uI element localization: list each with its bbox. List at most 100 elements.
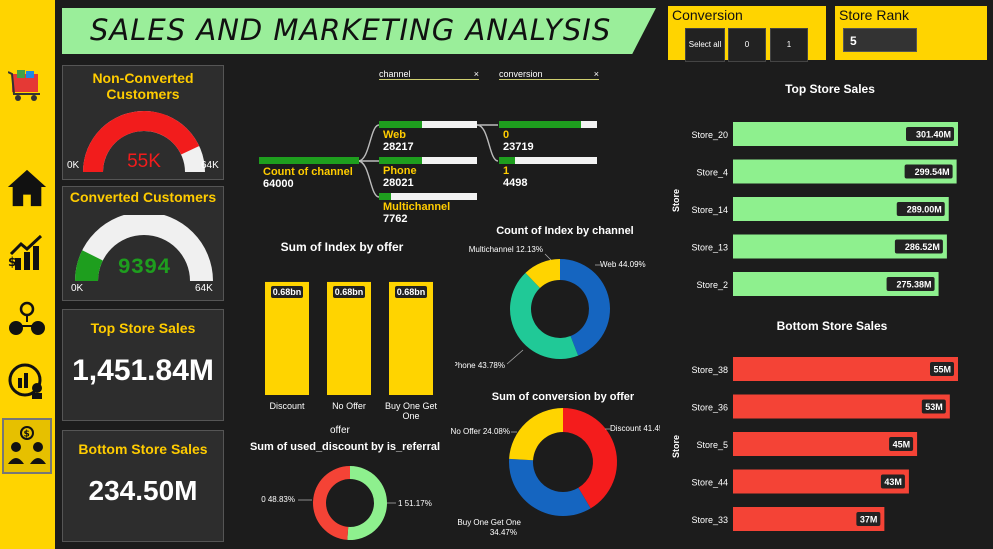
- store-category-label: Store_13: [691, 243, 728, 253]
- donut-slice[interactable]: [509, 458, 591, 516]
- channel-node-value: 7762: [383, 213, 408, 225]
- store-bar[interactable]: [733, 394, 950, 419]
- conversion-node-bar[interactable]: [499, 157, 597, 164]
- donut-slice-label: 0 48.83%: [261, 495, 295, 504]
- store-rank-input[interactable]: 5: [843, 28, 917, 52]
- index-bar-label: 0.68bn: [397, 287, 426, 297]
- page-title: SALES AND MARKETING ANALYSIS: [90, 13, 612, 47]
- root-value: 64000: [263, 178, 294, 190]
- store-category-label: Store_38: [691, 365, 728, 375]
- channel-node-value: 28021: [383, 177, 414, 189]
- index-by-channel-title: Count of Index by channel: [496, 225, 634, 237]
- conversion-node-value: 4498: [503, 177, 528, 189]
- conversion-slicer: Conversion Select all 0 1: [668, 6, 826, 62]
- store-bar-label: 299.54M: [915, 167, 950, 177]
- conversion-node-label: 1: [503, 165, 510, 177]
- donut-slice[interactable]: [347, 466, 387, 540]
- donut-slice-label: Buy One Get One: [457, 518, 521, 527]
- converted-title: Converted Customers: [69, 189, 217, 205]
- donut-slice-label: Phone 43.78%: [455, 361, 505, 370]
- converted-max: 64K: [195, 283, 213, 294]
- customer-money-icon[interactable]: $: [2, 418, 52, 474]
- home-icon[interactable]: [6, 168, 48, 208]
- index-by-offer-xlabel: offer: [330, 425, 350, 436]
- store-bar-label: 45M: [893, 440, 911, 450]
- top-store-sales-card: Top Store Sales 1,451.84M: [62, 309, 224, 421]
- conversion-option-0[interactable]: 0: [728, 28, 766, 62]
- donut-slice-label: Multichannel 12.13%: [469, 245, 543, 254]
- conversion-node-value: 23719: [503, 141, 534, 153]
- converted-card: Converted Customers 9394 0K 64K: [62, 186, 224, 301]
- channel-node-value: 28217: [383, 141, 414, 153]
- channel-filter-close-icon[interactable]: ×: [474, 69, 479, 79]
- donut-slice[interactable]: [510, 272, 579, 359]
- conversion-node-label: 0: [503, 129, 510, 141]
- non-converted-min: 0K: [67, 160, 80, 171]
- donut-slice-label: Web 44.09%: [600, 260, 646, 269]
- store-category-label: Store_14: [691, 205, 728, 215]
- index-category-label: Buy One Get: [385, 401, 438, 411]
- channel-node-bar[interactable]: [379, 193, 477, 200]
- channel-node-bar[interactable]: [379, 157, 477, 164]
- conversion-by-offer-donut: Discount 41.45% Buy One Get One No Offer 2…: [451, 408, 660, 537]
- top-store-bar-chart: Store_20 301.40M Store_4 299.54M Store_14 289…: [691, 122, 958, 296]
- svg-text:$: $: [8, 255, 16, 269]
- conversion-filter-label: conversion: [499, 69, 543, 79]
- index-bar-label: 0.68bn: [273, 287, 302, 297]
- conversion-node-bar[interactable]: [499, 121, 597, 128]
- store-bar-label: 43M: [884, 477, 902, 487]
- donut-leader-line: [506, 349, 524, 365]
- non-converted-title: Non-Converted Customers: [92, 70, 194, 102]
- converted-gauge: 9394: [75, 215, 213, 281]
- store-bar-label: 289.00M: [907, 205, 942, 215]
- store-category-label: Store_2: [696, 280, 728, 290]
- channel-node-label: Phone: [383, 165, 417, 177]
- sidebar: $ $: [0, 0, 55, 549]
- channel-node-bar[interactable]: [379, 121, 477, 128]
- bottom-store-bar-chart: Store_38 55M Store_36 53M Store_5 45M Store_44…: [691, 357, 958, 531]
- store-category-label: Store_36: [691, 403, 728, 413]
- converted-min: 0K: [71, 283, 84, 294]
- channel-node-label: Web: [383, 129, 407, 141]
- channel-filter[interactable]: channel ×: [379, 69, 479, 80]
- donut-slice[interactable]: [509, 408, 563, 461]
- store-bar-label: 301.40M: [916, 130, 951, 140]
- store-category-label: Store_5: [696, 440, 728, 450]
- donut-slice[interactable]: [312, 466, 350, 540]
- channel-node-label: Multichannel: [383, 201, 451, 213]
- store-bar-label: 53M: [925, 402, 943, 412]
- root-bar[interactable]: [259, 157, 359, 164]
- conversion-filter-close-icon[interactable]: ×: [594, 69, 599, 79]
- analytics-person-icon[interactable]: [6, 360, 48, 400]
- store-bar-label: 55M: [933, 365, 951, 375]
- donut-slice-label: Discount 41.45%: [610, 424, 660, 433]
- conversion-option-1[interactable]: 1: [770, 28, 808, 62]
- channel-node-fill: [379, 193, 391, 200]
- index-bar[interactable]: [265, 281, 309, 395]
- index-bar-label: 0.68bn: [335, 287, 364, 297]
- index-category-label: No Offer: [332, 401, 366, 411]
- conversion-filter[interactable]: conversion ×: [499, 69, 599, 80]
- channel-filter-label: channel: [379, 69, 411, 79]
- index-bar[interactable]: [389, 281, 433, 395]
- conversion-node-fill: [499, 121, 581, 128]
- index-category-label: One: [402, 411, 419, 421]
- conversion-option-select-all[interactable]: Select all: [685, 28, 725, 62]
- non-converted-value: 55K: [127, 151, 161, 172]
- people-network-icon[interactable]: [6, 300, 48, 340]
- index-bar[interactable]: [327, 281, 371, 395]
- discount-by-referral-title: Sum of used_discount by is_referral: [249, 441, 441, 453]
- bottom-store-sales-card: Bottom Store Sales 234.50M: [62, 430, 224, 542]
- growth-chart-icon[interactable]: $: [6, 232, 48, 272]
- store-category-label: Store_44: [691, 478, 728, 488]
- store-bar[interactable]: [733, 357, 958, 381]
- top-store-chart-title: Top Store Sales: [785, 82, 875, 96]
- donut-slice-label: 34.47%: [490, 528, 517, 537]
- index-category-label: Discount: [269, 401, 305, 411]
- shopping-cart-icon[interactable]: [6, 66, 48, 106]
- non-converted-card: Non-Converted Customers 55K 0K 64K: [62, 65, 224, 180]
- donut-slice-label: 1 51.17%: [398, 499, 432, 508]
- donut-slice-label: No Offer 24.08%: [451, 427, 510, 436]
- store-rank-slicer: Store Rank 5: [835, 6, 987, 60]
- channel-node-fill: [379, 121, 422, 128]
